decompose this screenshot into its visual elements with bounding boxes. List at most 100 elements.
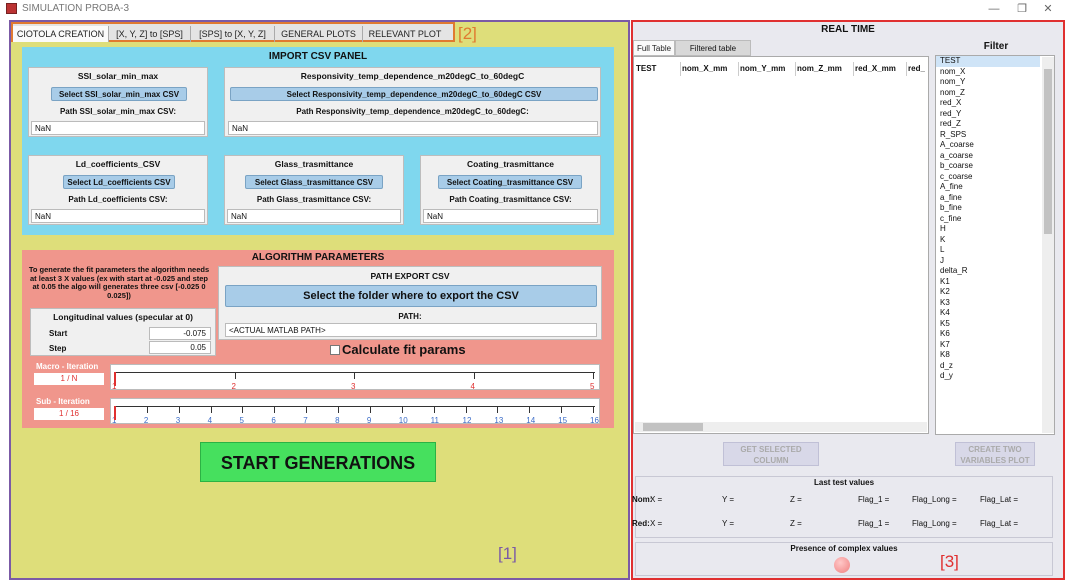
tab-relevant-plot[interactable]: RELEVANT PLOT [363,26,447,42]
table-hscrollbar[interactable] [635,422,927,432]
filter-item[interactable]: TEST [936,56,1040,67]
calculate-fit-checkbox[interactable] [330,345,340,355]
filter-item[interactable]: b_fine [936,203,1040,214]
nom-z-field: Z = [790,495,802,504]
filter-item[interactable]: L [936,245,1040,256]
filter-item[interactable]: red_Y [936,109,1040,120]
select-ld-button[interactable]: Select Ld_coefficients CSV [63,175,175,189]
complex-values-box: Presence of complex values [635,542,1053,576]
tab-full-table[interactable]: Full Table [633,40,675,56]
filter-item[interactable]: K5 [936,319,1040,330]
nom-flag-long-field: Flag_Long = [912,495,957,504]
nom-y-field: Y = [722,495,735,504]
minimize-icon[interactable]: — [984,2,1004,16]
col-header-red-x: red_X_mm [855,64,896,73]
ssi-title: SSI_solar_min_max [77,71,159,81]
longitudinal-box: Longitudinal values (specular at 0) Star… [30,308,216,356]
red-flag-long-field: Flag_Long = [912,519,957,528]
get-selected-column-button[interactable]: GET SELECTED COLUMN [723,442,819,466]
col-header-nom-z: nom_Z_mm [797,64,842,73]
tab-ciotola-creation[interactable]: CIOTOLA CREATION [13,26,109,42]
filter-item[interactable]: J [936,256,1040,267]
filter-item[interactable]: K7 [936,340,1040,351]
filter-item[interactable]: K3 [936,298,1040,309]
slider-tick-label: 14 [526,416,536,425]
slider-thumb[interactable] [114,406,116,420]
complex-values-lamp [834,557,850,573]
filter-item[interactable]: R_SPS [936,130,1040,141]
full-table[interactable] [633,56,929,434]
ssi-box: SSI_solar_min_max Select SSI_solar_min_m… [28,67,208,137]
glass-box: Glass_trasmittance Select Glass_trasmitt… [224,155,404,225]
filter-item[interactable]: nom_Y [936,77,1040,88]
filter-title: Filter [983,41,1009,52]
filter-list[interactable]: TEST nom_X nom_Y nom_Z red_X red_Y red_Z R_SPS A… [935,55,1055,435]
path-label: PATH: [398,312,422,321]
filter-item[interactable]: K [936,235,1040,246]
sub-iteration-label: Sub - Iteration [36,397,90,406]
ld-title: Ld_coefficients_CSV [75,159,161,169]
title-bar: SIMULATION PROBA-3 — ❐ ✕ [0,0,1067,18]
filter-item[interactable]: K1 [936,277,1040,288]
select-glass-button[interactable]: Select Glass_trasmittance CSV [245,175,383,189]
nom-flag1-field: Flag_1 = [858,495,890,504]
coating-path-field[interactable]: NaN [423,209,598,223]
path-export-title: PATH EXPORT CSV [370,271,450,281]
ld-path-field[interactable]: NaN [31,209,205,223]
tab-general-plots[interactable]: GENERAL PLOTS [275,26,363,42]
slider-tick-label: 2 [143,416,149,425]
window-title: SIMULATION PROBA-3 [22,3,130,14]
filter-scrollbar[interactable] [1042,57,1054,433]
filter-item[interactable]: A_coarse [936,140,1040,151]
filter-item[interactable]: c_fine [936,214,1040,225]
filter-item[interactable]: d_y [936,371,1040,382]
filter-item[interactable]: K4 [936,308,1040,319]
tab-filtered-table[interactable]: Filtered table [675,40,751,56]
sub-iteration-slider[interactable]: 1 2 3 4 5 6 7 8 9 10 11 12 13 14 15 16 [110,398,600,425]
macro-iteration-slider[interactable]: 12345 [110,364,600,391]
filter-item[interactable]: H [936,224,1040,235]
longitudinal-title: Longitudinal values (specular at 0) [53,312,193,322]
create-two-variables-plot-button[interactable]: CREATE TWO VARIABLES PLOT [955,442,1035,466]
filter-item[interactable]: K6 [936,329,1040,340]
filter-item[interactable]: red_X [936,98,1040,109]
coating-title: Coating_trasmittance [467,159,554,169]
export-path-field[interactable]: <ACTUAL MATLAB PATH> [225,323,597,337]
responsivity-path-field[interactable]: NaN [228,121,598,135]
filter-item[interactable]: nom_X [936,67,1040,78]
slider-tick-label: 5 [590,382,595,391]
tab-sps-to-xyz[interactable]: [SPS] to [X, Y, Z] [191,26,275,42]
filter-item[interactable]: d_z [936,361,1040,372]
slider-tick-label: 2 [231,382,236,391]
filter-item[interactable]: b_coarse [936,161,1040,172]
filter-item[interactable]: K2 [936,287,1040,298]
select-ssi-button[interactable]: Select SSI_solar_min_max CSV [51,87,187,101]
ssi-path-field[interactable]: NaN [31,121,205,135]
select-coating-button[interactable]: Select Coating_trasmittance CSV [438,175,582,189]
slider-thumb[interactable] [114,372,116,386]
macro-iteration-value: 1 / N [34,373,104,385]
slider-tick-label: 6 [271,416,276,425]
filter-item[interactable]: red_Z [936,119,1040,130]
filter-item[interactable]: a_coarse [936,151,1040,162]
filter-item[interactable]: a_fine [936,193,1040,204]
slider-tick [497,407,499,413]
main-tabs: CIOTOLA CREATION [X, Y, Z] to [SPS] [SPS… [11,22,455,42]
start-input[interactable]: -0.075 [149,327,211,340]
slider-tick-label: 11 [430,416,439,425]
start-generations-button[interactable]: START GENERATIONS [200,442,436,482]
close-icon[interactable]: ✕ [1038,2,1058,16]
filter-item[interactable]: K8 [936,350,1040,361]
filter-item[interactable]: A_fine [936,182,1040,193]
maximize-icon[interactable]: ❐ [1012,2,1032,16]
complex-values-title: Presence of complex values [790,544,898,553]
select-responsivity-button[interactable]: Select Responsivity_temp_dependence_m20d… [230,87,598,101]
filter-item[interactable]: delta_R [936,266,1040,277]
select-folder-button[interactable]: Select the folder where to export the CS… [225,285,597,307]
glass-path-field[interactable]: NaN [227,209,401,223]
step-input[interactable]: 0.05 [149,341,211,354]
filter-item[interactable]: nom_Z [936,88,1040,99]
filter-item[interactable]: c_coarse [936,172,1040,183]
slider-tick [593,373,594,379]
tab-xyz-to-sps[interactable]: [X, Y, Z] to [SPS] [109,26,191,42]
